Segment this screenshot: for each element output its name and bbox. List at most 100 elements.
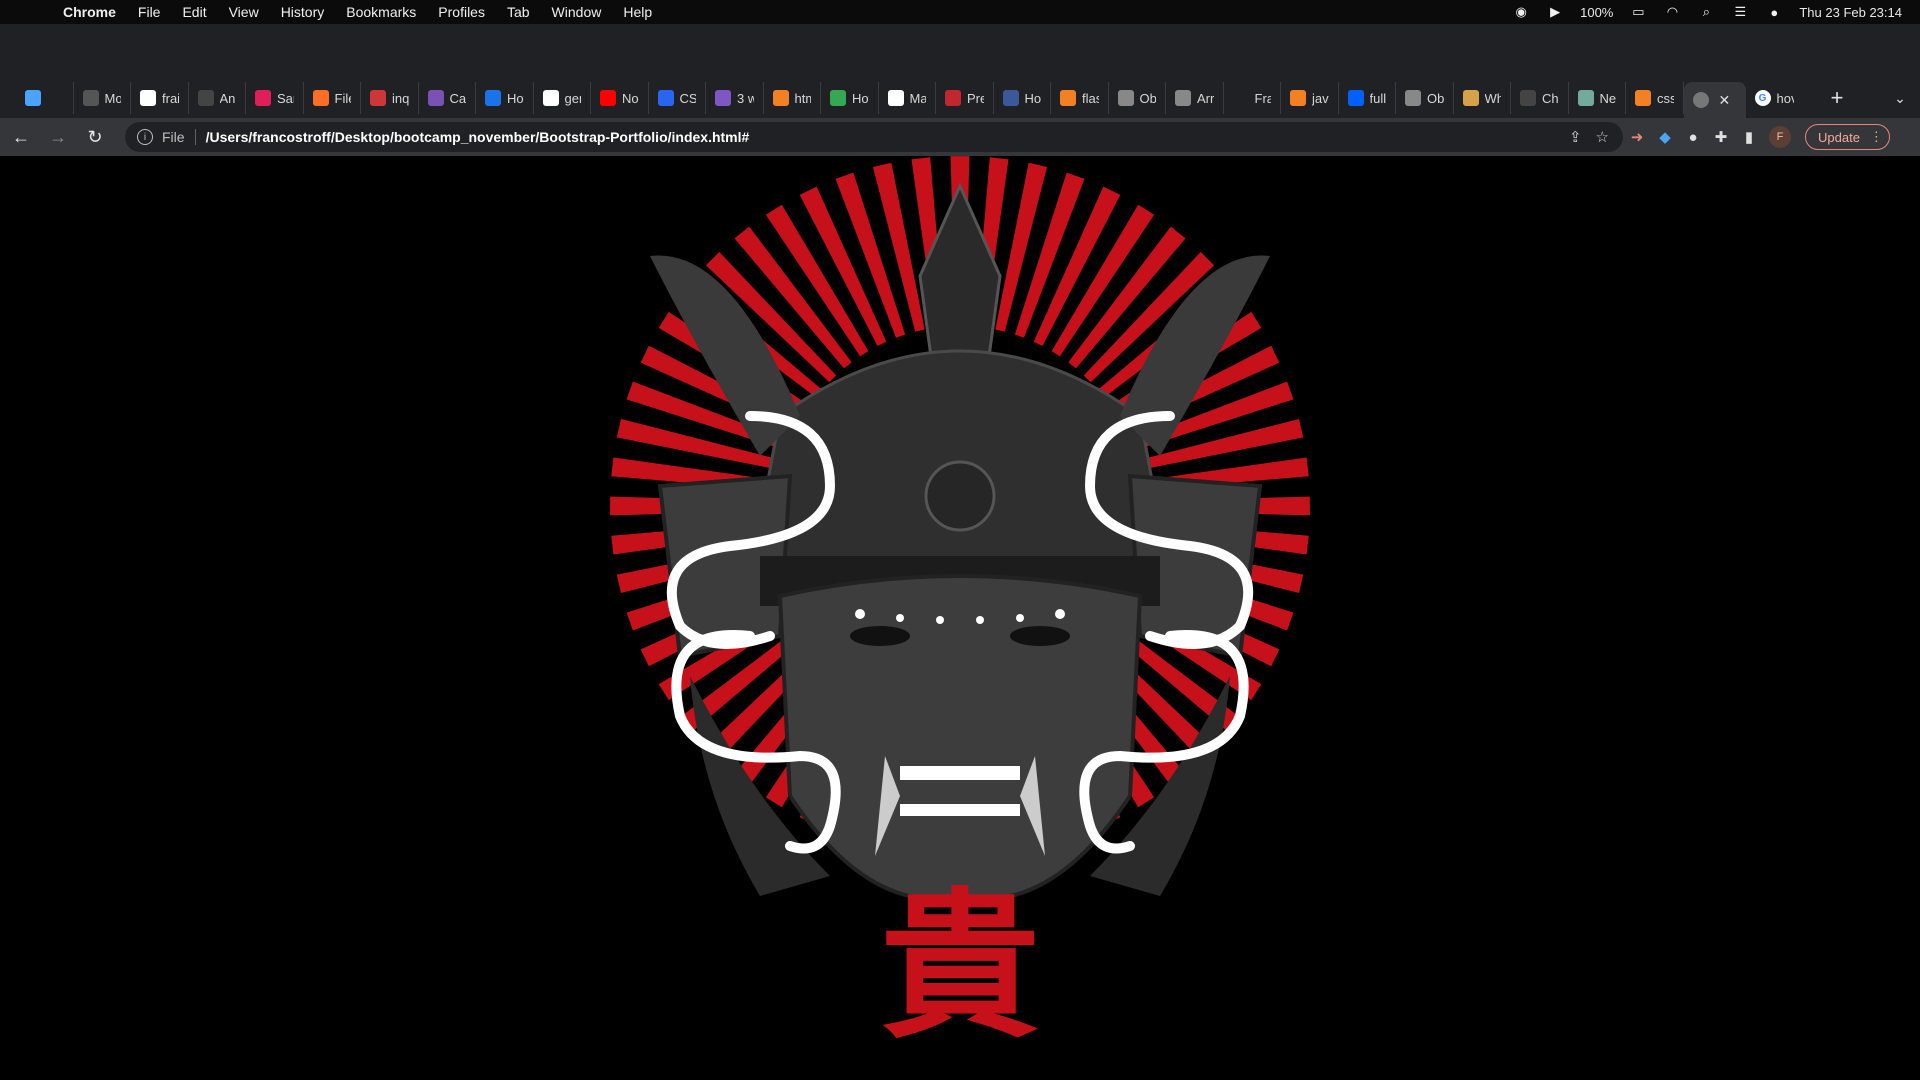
tab-label: Obj	[1427, 90, 1444, 106]
slack-icon	[255, 90, 271, 106]
menu-chrome[interactable]: Chrome	[52, 4, 127, 20]
update-button[interactable]: Update ⋮	[1805, 124, 1890, 150]
tab-strip: Mo frai An Sar File inq Car Hov ger Noc CSS 3 w htm H…	[0, 78, 1920, 118]
tab-0[interactable]	[16, 82, 74, 114]
media-play-status-icon[interactable]: ▶	[1546, 4, 1564, 19]
google-icon: G	[1754, 90, 1771, 106]
tab-21[interactable]: Fra	[1224, 82, 1281, 114]
tab-27[interactable]: Ne	[1569, 82, 1626, 114]
reload-button[interactable]: ↻	[79, 121, 111, 153]
tab-12[interactable]: 3 w	[706, 82, 764, 114]
menu-history[interactable]: History	[270, 4, 336, 20]
tab-7[interactable]: Car	[419, 82, 476, 114]
tab-18[interactable]: flas	[1051, 82, 1109, 114]
dropbox-icon	[1347, 90, 1364, 106]
tab-label: css	[1657, 90, 1674, 106]
tab-label: An	[219, 90, 236, 106]
tab-3[interactable]: An	[189, 82, 246, 114]
tab-google-search[interactable]: G hov	[1746, 82, 1804, 114]
extension-circle-icon[interactable]: ●	[1679, 129, 1707, 146]
github-icon	[140, 90, 156, 106]
tab-11[interactable]: CSS	[649, 82, 706, 114]
tab-2[interactable]: frai	[131, 82, 189, 114]
tab-16[interactable]: Pre	[936, 82, 994, 114]
macos-menu-bar: Chrome File Edit View History Bookmarks Profil…	[0, 0, 1920, 24]
menu-edit[interactable]: Edit	[171, 4, 217, 20]
battery-icon[interactable]: ▭	[1629, 4, 1647, 19]
tab-17[interactable]: Hov	[994, 82, 1051, 114]
extension-gem-icon[interactable]: ◆	[1651, 128, 1679, 146]
tab-24[interactable]: Obj	[1396, 82, 1454, 114]
tab-active[interactable]: ✕	[1683, 82, 1746, 118]
browser-toolbar: ← → ↻ i File /Users/francostroff/Desktop…	[0, 118, 1920, 156]
a-icon	[715, 90, 731, 106]
tab-10[interactable]: Noc	[591, 82, 649, 114]
extension-arrow-icon[interactable]: ➜	[1623, 128, 1651, 146]
clock[interactable]: Thu 23 Feb 23:14	[1799, 5, 1902, 20]
tab-label: File	[334, 90, 352, 106]
openai-icon	[1520, 90, 1536, 106]
tab-19[interactable]: Obj	[1109, 82, 1166, 114]
menu-view[interactable]: View	[218, 4, 270, 20]
github-icon	[887, 90, 904, 106]
stackoverflow-icon	[1060, 90, 1076, 106]
close-tab-icon[interactable]: ✕	[1719, 92, 1731, 109]
share-icon[interactable]: ⇪	[1569, 128, 1582, 146]
tab-label: hov	[1776, 90, 1795, 106]
menu-bookmarks[interactable]: Bookmarks	[335, 4, 427, 20]
extensions-puzzle-icon[interactable]: ✚	[1707, 128, 1735, 146]
tab-25[interactable]: Wh	[1454, 82, 1511, 114]
tab-label: Car	[449, 90, 467, 106]
npm-icon	[370, 90, 386, 106]
more-menu-icon[interactable]: ⋮	[1870, 129, 1883, 145]
forward-button[interactable]: →	[42, 121, 74, 153]
grammarly-status-icon[interactable]: ◉	[1512, 4, 1530, 19]
bookmark-star-icon[interactable]: ☆	[1596, 128, 1609, 146]
menu-profiles[interactable]: Profiles	[427, 4, 496, 20]
tab-5[interactable]: File	[304, 82, 361, 114]
menu-window[interactable]: Window	[541, 4, 613, 20]
siri-icon[interactable]: ●	[1765, 5, 1783, 20]
address-bar[interactable]: i File /Users/francostroff/Desktop/bootc…	[125, 122, 1623, 152]
tab-22[interactable]: java	[1281, 82, 1339, 114]
profile-avatar[interactable]: F	[1769, 126, 1791, 148]
tab-28[interactable]: css	[1626, 82, 1684, 114]
bootstrap-icon	[427, 90, 444, 106]
wifi-icon[interactable]: ◠	[1663, 4, 1681, 19]
tab-label: Arr	[1197, 90, 1214, 106]
tab-label: Mo	[104, 90, 122, 106]
tab-8[interactable]: Hov	[476, 82, 534, 114]
url-text[interactable]: /Users/francostroff/Desktop/bootcamp_nov…	[206, 129, 750, 145]
tab-label: Pre	[967, 90, 984, 106]
tab-15[interactable]: Ma	[879, 82, 936, 114]
tab-4[interactable]: Sar	[246, 82, 304, 114]
tab-14[interactable]: Hov	[821, 82, 879, 114]
wix-icon	[82, 90, 99, 106]
control-center-icon[interactable]: ☰	[1731, 4, 1749, 19]
tab-23[interactable]: full	[1339, 82, 1396, 114]
site-info-icon[interactable]: i	[137, 129, 153, 145]
tab-1[interactable]: Mo	[74, 82, 131, 114]
tab-label: java	[1312, 90, 1329, 106]
menu-tab[interactable]: Tab	[496, 4, 541, 20]
tab-label: Fra	[1254, 90, 1272, 106]
side-panel-icon[interactable]: ▮	[1735, 128, 1763, 146]
tab-20[interactable]: Arr	[1166, 82, 1224, 114]
spotlight-search-icon[interactable]: ⌕	[1697, 4, 1715, 19]
tab-label: Hov	[852, 90, 869, 106]
back-button[interactable]: ←	[5, 121, 37, 153]
menu-help[interactable]: Help	[612, 4, 663, 20]
menu-file[interactable]: File	[127, 4, 172, 20]
gem-icon	[25, 90, 41, 106]
update-label: Update	[1818, 129, 1860, 145]
tab-9[interactable]: ger	[534, 82, 591, 114]
globe-icon	[1692, 92, 1709, 108]
new-tab-button[interactable]: +	[1821, 85, 1853, 111]
tab-13[interactable]: htm	[764, 82, 821, 114]
stackoverflow-icon	[1635, 90, 1651, 106]
tab-search-chevron-icon[interactable]: ⌄	[1880, 90, 1920, 107]
tab-6[interactable]: inq	[361, 82, 419, 114]
tab-26[interactable]: Cha	[1511, 82, 1569, 114]
link-icon	[830, 90, 846, 106]
mdn-icon	[1175, 90, 1191, 106]
